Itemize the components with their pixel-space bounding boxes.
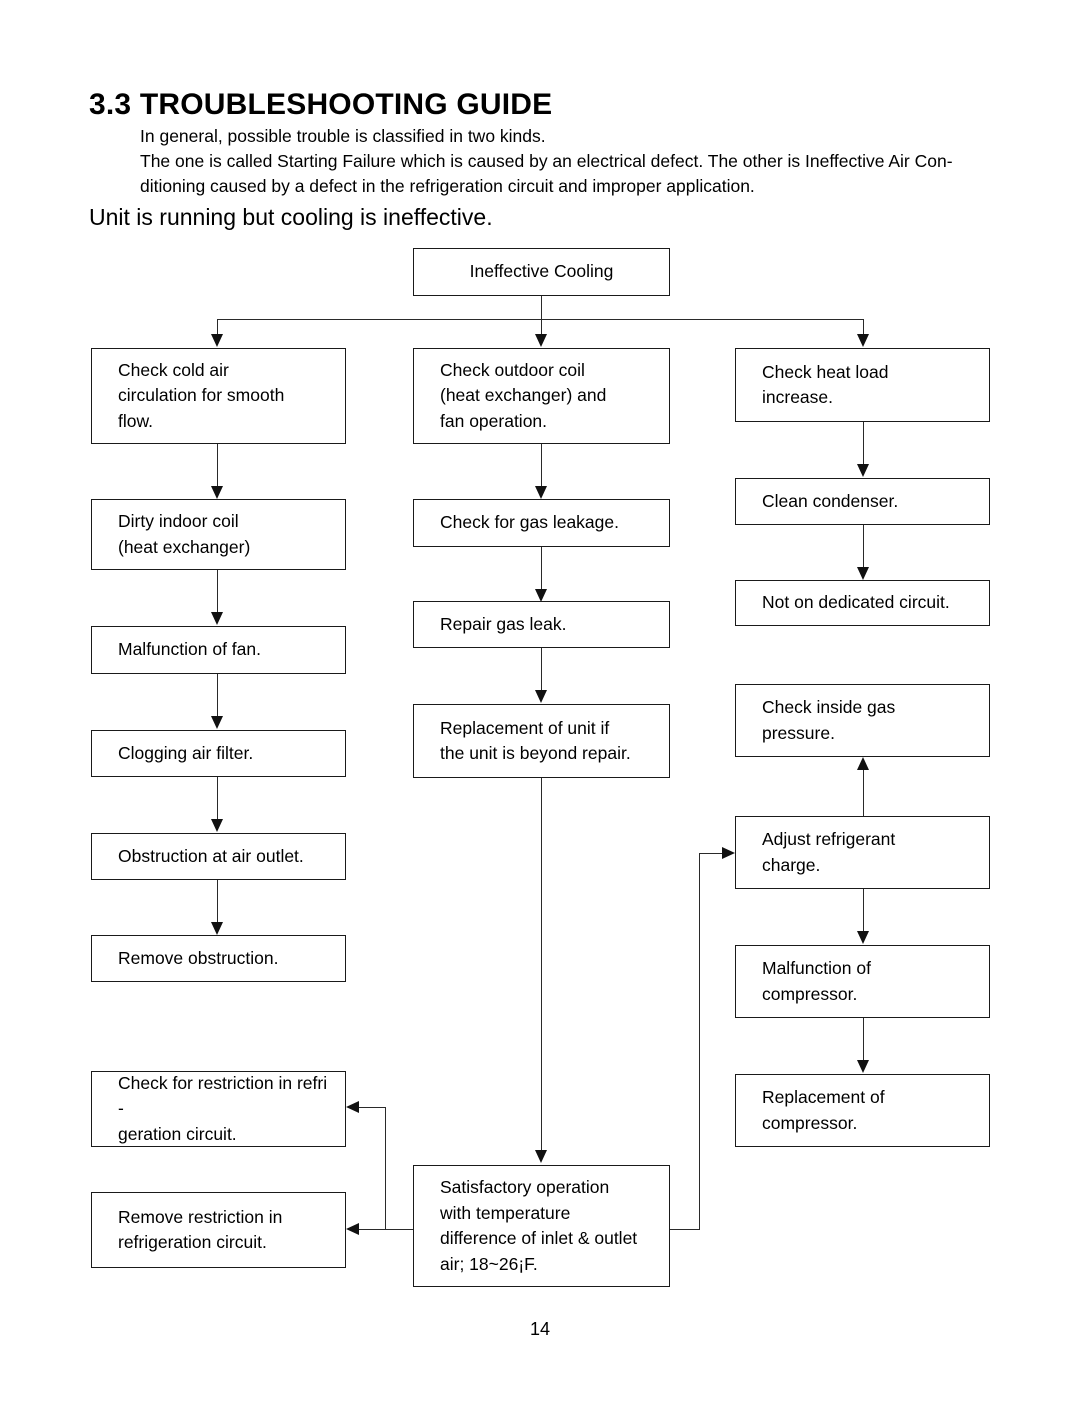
connector-root-stem — [541, 296, 543, 320]
node-label: Remove restriction in refrigeration circ… — [118, 1206, 283, 1253]
arrowhead-satisfactory-icon — [535, 1150, 547, 1163]
arrowhead-check-restriction-icon — [346, 1101, 359, 1113]
node-clean-condenser: Clean condenser. — [735, 478, 990, 525]
node-replacement-of-compressor: Replacement of compressor. — [735, 1074, 990, 1147]
node-obstruction-at-air-outlet: Obstruction at air outlet. — [91, 833, 346, 880]
connector-gas-leakage-to-repair — [541, 547, 543, 589]
arrowhead-replacement-compressor-icon — [857, 1060, 869, 1073]
arrowhead-clean-condenser-icon — [857, 464, 869, 477]
connector-satisfactory-riser — [699, 853, 701, 1230]
connector-to-adjust-refrigerant-h — [699, 853, 722, 855]
node-label: Malfunction of fan. — [118, 639, 261, 660]
node-remove-restriction: Remove restriction in refrigeration circ… — [91, 1192, 346, 1268]
connector-malfunction-to-replacement-compressor — [863, 1018, 865, 1060]
node-label: Remove obstruction. — [118, 947, 279, 968]
arrowhead-adjust-refrigerant-icon — [722, 847, 735, 859]
arrowhead-gas-leakage-icon — [535, 486, 547, 499]
connector-heat-load-to-condenser — [863, 422, 865, 464]
node-check-for-gas-leakage: Check for gas leakage. — [413, 499, 670, 547]
node-label: Check inside gas pressure. — [762, 697, 896, 743]
arrowhead-dedicated-circuit-icon — [857, 567, 869, 580]
node-not-on-dedicated-circuit: Not on dedicated circuit. — [735, 580, 990, 626]
page-title: 3.3 TROUBLESHOOTING GUIDE — [89, 88, 553, 121]
arrowhead-replacement-unit-icon — [535, 690, 547, 703]
node-malfunction-of-fan: Malfunction of fan. — [91, 626, 346, 674]
node-clogging-air-filter: Clogging air filter. — [91, 730, 346, 777]
node-label: Replacement of compressor. — [762, 1087, 885, 1133]
node-label: Repair gas leak. — [440, 613, 567, 634]
connector-outdoor-coil-to-gas-leakage — [541, 444, 543, 486]
node-label: Replacement of unit if the unit is beyon… — [440, 717, 631, 764]
node-malfunction-of-compressor: Malfunction of compressor. — [735, 945, 990, 1018]
node-check-for-restriction: Check for restriction in refri - geratio… — [91, 1071, 346, 1147]
connector-adjust-to-malfunction-compressor — [863, 889, 865, 931]
section-subtitle: Unit is running but cooling is ineffecti… — [89, 204, 493, 230]
node-label: Dirty indoor coil (heat exchanger) — [118, 511, 251, 557]
node-label: Check for restriction in refri - geratio… — [118, 1072, 328, 1144]
arrowhead-middle-branch-icon — [535, 334, 547, 347]
intro-paragraph: In general, possible trouble is classifi… — [140, 124, 1020, 199]
connector-to-right-branch — [863, 319, 865, 335]
connector-satisfactory-right-h — [670, 1229, 700, 1231]
node-ineffective-cooling: Ineffective Cooling — [413, 248, 670, 296]
connector-dirty-coil-to-fan — [217, 570, 219, 612]
node-replacement-of-unit: Replacement of unit if the unit is beyon… — [413, 704, 670, 778]
connector-filter-to-obstruction — [217, 777, 219, 819]
node-check-cold-air-circulation: Check cold air circulation for smooth fl… — [91, 348, 346, 444]
connector-to-check-restriction-h — [359, 1107, 386, 1109]
connector-satisfactory-to-restriction-h — [359, 1229, 414, 1231]
node-label: Check for gas leakage. — [440, 512, 619, 533]
arrowhead-clogging-filter-icon — [211, 716, 223, 729]
node-label: Check outdoor coil (heat exchanger) and … — [440, 359, 607, 431]
node-satisfactory-operation: Satisfactory operation with temperature … — [413, 1165, 670, 1287]
arrowhead-malfunction-compressor-icon — [857, 931, 869, 944]
connector-obstruction-to-remove — [217, 880, 219, 922]
arrowhead-dirty-coil-icon — [211, 486, 223, 499]
node-check-outdoor-coil: Check outdoor coil (heat exchanger) and … — [413, 348, 670, 444]
connector-fan-to-filter — [217, 674, 219, 716]
node-dirty-indoor-coil: Dirty indoor coil (heat exchanger) — [91, 499, 346, 570]
intro-line-2: The one is called Starting Failure which… — [140, 151, 953, 171]
node-label: Not on dedicated circuit. — [762, 592, 950, 613]
node-label: Check cold air circulation for smooth fl… — [118, 359, 285, 431]
connector-restriction-riser — [385, 1107, 387, 1230]
node-label: Clean condenser. — [762, 490, 899, 511]
arrowhead-left-branch-icon — [211, 334, 223, 347]
arrowhead-remove-obstruction-icon — [211, 922, 223, 935]
node-label: Satisfactory operation with temperature … — [440, 1177, 638, 1274]
arrowhead-obstruction-icon — [211, 819, 223, 832]
node-label: Clogging air filter. — [118, 742, 254, 763]
node-label: Malfunction of compressor. — [762, 958, 871, 1004]
intro-line-1: In general, possible trouble is classifi… — [140, 126, 546, 146]
node-label: Obstruction at air outlet. — [118, 845, 304, 866]
connector-cold-air-to-dirty-coil — [217, 444, 219, 486]
connector-to-middle-branch — [541, 319, 543, 335]
node-check-inside-gas-pressure: Check inside gas pressure. — [735, 684, 990, 757]
arrowhead-check-gas-pressure-icon — [857, 757, 869, 770]
node-label: Adjust refrigerant charge. — [762, 829, 896, 875]
intro-line-3: ditioning caused by a defect in the refr… — [140, 176, 755, 196]
arrowhead-right-branch-icon — [857, 334, 869, 347]
arrowhead-remove-restriction-icon — [346, 1223, 359, 1235]
node-repair-gas-leak: Repair gas leak. — [413, 601, 670, 648]
node-label: Check heat load increase. — [762, 361, 889, 408]
node-remove-obstruction: Remove obstruction. — [91, 935, 346, 982]
connector-to-left-branch — [217, 319, 219, 335]
arrowhead-malfunction-fan-icon — [211, 612, 223, 625]
connector-replacement-to-satisfactory — [541, 778, 543, 1150]
node-check-heat-load-increase: Check heat load increase. — [735, 348, 990, 422]
node-adjust-refrigerant-charge: Adjust refrigerant charge. — [735, 816, 990, 889]
page-number: 14 — [529, 1319, 551, 1339]
connector-adjust-to-gas-pressure — [863, 770, 865, 816]
node-label: Ineffective Cooling — [469, 261, 614, 282]
connector-condenser-to-dedicated-circuit — [863, 525, 865, 567]
page-canvas: 3.3 TROUBLESHOOTING GUIDE In general, po… — [0, 0, 1080, 1405]
connector-repair-to-replacement — [541, 648, 543, 690]
